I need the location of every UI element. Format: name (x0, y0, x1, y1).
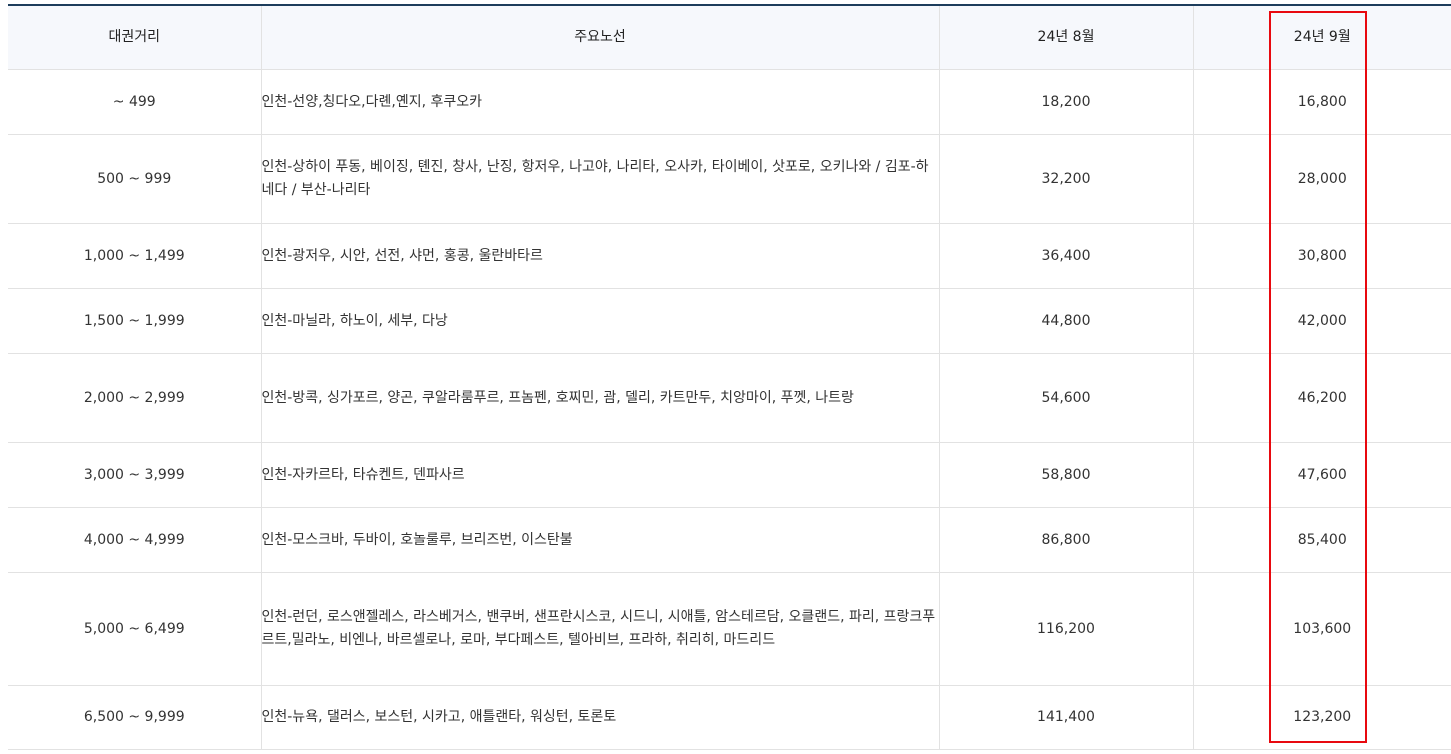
header-distance: 대권거리 (8, 5, 261, 70)
distance-cell: 1,500 ~ 1,999 (8, 288, 261, 354)
routes-cell: 인천-마닐라, 하노이, 세부, 다낭 (260, 288, 939, 354)
august-value-cell: 58,800 (938, 442, 1193, 508)
table-row: 6,500 ~ 9,999 인천-뉴욕, 댈러스, 보스턴, 시카고, 애틀랜타… (8, 685, 1451, 750)
september-value-cell: 47,600 (1192, 442, 1451, 508)
header-september: 24년 9월 (1192, 5, 1451, 70)
september-value-cell: 123,200 (1192, 685, 1451, 750)
september-value-cell: 46,200 (1192, 353, 1451, 443)
august-value-cell: 141,400 (938, 685, 1193, 750)
distance-cell: 2,000 ~ 2,999 (8, 353, 261, 443)
distance-cell: 4,000 ~ 4,999 (8, 507, 261, 573)
routes-cell: 인천-상하이 푸동, 베이징, 톈진, 창사, 난징, 항저우, 나고야, 나리… (260, 134, 939, 224)
table-row: 4,000 ~ 4,999 인천-모스크바, 두바이, 호놀룰루, 브리즈번, … (8, 507, 1451, 573)
routes-cell: 인천-뉴욕, 댈러스, 보스턴, 시카고, 애틀랜타, 워싱턴, 토론토 (260, 685, 939, 750)
routes-cell: 인천-방콕, 싱가포르, 양곤, 쿠알라룸푸르, 프놈펜, 호찌민, 괌, 델리… (260, 353, 939, 443)
routes-cell: 인천-선양,칭다오,다롄,옌지, 후쿠오카 (260, 69, 939, 135)
september-value-cell: 42,000 (1192, 288, 1451, 354)
august-value-cell: 54,600 (938, 353, 1193, 443)
september-value-cell: 28,000 (1192, 134, 1451, 224)
august-value-cell: 36,400 (938, 223, 1193, 289)
table-row: 5,000 ~ 6,499 인천-런던, 로스앤젤레스, 라스베거스, 밴쿠버,… (8, 572, 1451, 686)
table-row: 3,000 ~ 3,999 인천-자카르타, 타슈켄트, 덴파사르 58,800… (8, 442, 1451, 508)
table-header-row: 대권거리 주요노선 24년 8월 24년 9월 (8, 5, 1451, 70)
august-value-cell: 32,200 (938, 134, 1193, 224)
august-value-cell: 116,200 (938, 572, 1193, 686)
august-value-cell: 18,200 (938, 69, 1193, 135)
august-value-cell: 44,800 (938, 288, 1193, 354)
distance-cell: 6,500 ~ 9,999 (8, 685, 261, 750)
distance-cell: 1,000 ~ 1,499 (8, 223, 261, 289)
september-value-cell: 103,600 (1192, 572, 1451, 686)
august-value-cell: 86,800 (938, 507, 1193, 573)
table-row: 1,500 ~ 1,999 인천-마닐라, 하노이, 세부, 다낭 44,800… (8, 288, 1451, 354)
september-value-cell: 16,800 (1192, 69, 1451, 135)
table-row: 2,000 ~ 2,999 인천-방콕, 싱가포르, 양곤, 쿠알라룸푸르, 프… (8, 353, 1451, 443)
fuel-surcharge-table: 대권거리 주요노선 24년 8월 24년 9월 ~ 499 인천-선양,칭다오,… (8, 4, 1451, 750)
distance-cell: 500 ~ 999 (8, 134, 261, 224)
distance-cell: ~ 499 (8, 69, 261, 135)
table-row: 1,000 ~ 1,499 인천-광저우, 시안, 선전, 샤먼, 홍콩, 울란… (8, 223, 1451, 289)
september-value-cell: 30,800 (1192, 223, 1451, 289)
routes-cell: 인천-런던, 로스앤젤레스, 라스베거스, 밴쿠버, 샌프란시스코, 시드니, … (260, 572, 939, 686)
routes-cell: 인천-자카르타, 타슈켄트, 덴파사르 (260, 442, 939, 508)
distance-cell: 5,000 ~ 6,499 (8, 572, 261, 686)
table-row: ~ 499 인천-선양,칭다오,다롄,옌지, 후쿠오카 18,200 16,80… (8, 69, 1451, 135)
header-august: 24년 8월 (938, 5, 1193, 70)
header-routes: 주요노선 (260, 5, 939, 70)
routes-cell: 인천-모스크바, 두바이, 호놀룰루, 브리즈번, 이스탄불 (260, 507, 939, 573)
routes-cell: 인천-광저우, 시안, 선전, 샤먼, 홍콩, 울란바타르 (260, 223, 939, 289)
fare-table-container: 대권거리 주요노선 24년 8월 24년 9월 ~ 499 인천-선양,칭다오,… (8, 4, 1451, 750)
table-row: 500 ~ 999 인천-상하이 푸동, 베이징, 톈진, 창사, 난징, 항저… (8, 134, 1451, 224)
september-value-cell: 85,400 (1192, 507, 1451, 573)
distance-cell: 3,000 ~ 3,999 (8, 442, 261, 508)
